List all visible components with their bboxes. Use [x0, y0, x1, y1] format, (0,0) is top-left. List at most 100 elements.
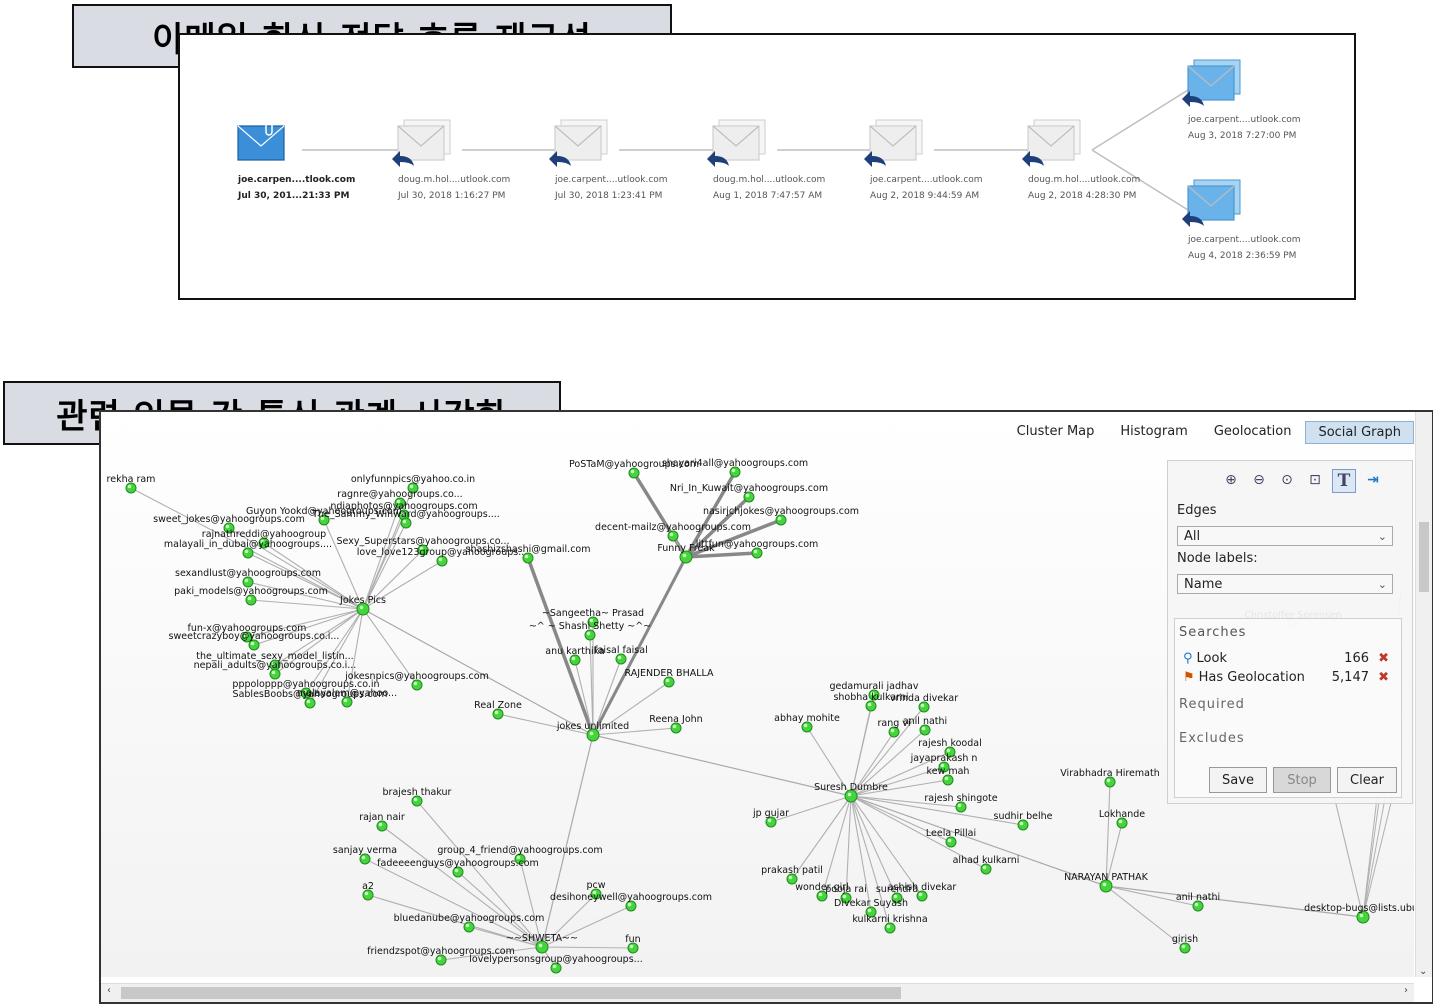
tab-geolocation[interactable]: Geolocation — [1202, 421, 1304, 444]
tab-cluster-map[interactable]: Cluster Map — [1005, 421, 1107, 444]
graph-node[interactable]: a2 — [362, 881, 374, 901]
vertical-scrollbar[interactable]: ⌄ — [1415, 412, 1432, 977]
horizontal-scroll-thumb[interactable] — [121, 987, 901, 999]
graph-node[interactable]: Lokhande — [1099, 809, 1145, 829]
text-labels-icon[interactable]: T — [1332, 469, 1356, 493]
message-date: Aug 2, 2018 9:44:59 AM — [870, 191, 980, 201]
remove-icon[interactable]: ✖ — [1378, 651, 1389, 666]
zoom-out-icon[interactable]: ⊖ — [1248, 469, 1270, 491]
scroll-down-icon[interactable]: ⌄ — [1419, 966, 1427, 977]
graph-node[interactable]: Virabhadra Hiremath — [1060, 768, 1160, 788]
node-label: pooja rai — [825, 884, 867, 895]
message-sender: joe.carpent....utlook.com — [870, 175, 983, 185]
node-label: vrinda divekar — [890, 693, 958, 704]
graph-hub-node[interactable]: desktop-bugs@lists.ubur — [1304, 903, 1414, 924]
stop-button[interactable]: Stop — [1273, 767, 1331, 793]
graph-node[interactable]: rekha ram — [107, 474, 156, 494]
node-label: lovelypersonsgroup@yahoogroups... — [469, 954, 642, 965]
search-icon: ⚲ — [1183, 651, 1193, 666]
graph-hub-node[interactable]: Jokes Pics — [339, 595, 386, 616]
tab-histogram[interactable]: Histogram — [1108, 421, 1199, 444]
graph-node[interactable]: shashizshashi@gmail.com — [466, 544, 591, 564]
node-label: prakash patil — [761, 865, 823, 876]
node-label: ~~SHWETA~~ — [506, 933, 578, 944]
message-date: Aug 4, 2018 2:36:59 PM — [1188, 251, 1297, 261]
save-button[interactable]: Save — [1209, 767, 1267, 793]
node-label: anil nathi — [903, 716, 947, 727]
graph-node[interactable]: sweetcrazyboy@yahoogroups.co.i... — [169, 631, 340, 651]
email-open-icon[interactable] — [237, 118, 285, 161]
graph-node[interactable]: shayari4all@yahoogroups.com — [662, 458, 808, 478]
graph-node[interactable]: kulkarni krishna — [852, 914, 928, 934]
graph-node[interactable]: The_Sammy_Winward@yahoogroups.... — [311, 509, 500, 529]
graph-node[interactable]: faisal faisal — [594, 645, 648, 665]
searches-label: Searches — [1179, 625, 1247, 640]
layout-icon[interactable]: ⊡ — [1304, 469, 1326, 491]
graph-node[interactable]: RAJENDER BHALLA — [624, 668, 714, 688]
search-row-geolocation[interactable]: ⚑ Has Geolocation 5,147 ✖ — [1183, 670, 1393, 685]
tab-social-graph[interactable]: Social Graph — [1305, 421, 1414, 444]
node-label: Virabhadra Hiremath — [1060, 768, 1159, 779]
scroll-left-icon[interactable]: ‹ — [107, 985, 111, 996]
chevron-down-icon: ⌄ — [1377, 530, 1387, 543]
search-count: 166 — [1344, 651, 1369, 666]
email-reply-icon[interactable] — [1022, 119, 1081, 167]
edges-select[interactable]: All ⌄ — [1177, 526, 1393, 546]
collapse-panel-icon[interactable]: ⇥ — [1362, 469, 1384, 491]
graph-node[interactable]: anil nathi — [903, 716, 947, 736]
horizontal-scrollbar[interactable]: ‹ › — [101, 983, 1414, 1002]
graph-node[interactable]: paki_models@yahoogroups.com — [174, 586, 328, 606]
email-reply-icon[interactable] — [1182, 179, 1241, 227]
graph-node[interactable]: abhay mohite — [774, 713, 840, 733]
node-label: group_4_friend@yahoogroups.com — [437, 845, 602, 856]
graph-edge — [541, 734, 594, 948]
email-reply-icon[interactable] — [707, 119, 766, 167]
thread-message-label: joe.carpent....utlook.com Aug 4, 2018 2:3… — [1188, 232, 1301, 264]
graph-node[interactable]: malayali_in_dubai@yahoogroups.... — [164, 539, 332, 559]
graph-node[interactable]: brajesh thakur — [383, 787, 452, 807]
vertical-scroll-thumb[interactable] — [1419, 522, 1429, 592]
graph-hub-node[interactable]: jokes unlimited — [556, 721, 629, 742]
graph-node[interactable]: Leela Pillai — [926, 828, 976, 848]
search-row-look[interactable]: ⚲ Look 166 ✖ — [1183, 651, 1393, 666]
graph-node[interactable]: rajan nair — [359, 812, 405, 832]
node-label: jokes unlimited — [556, 721, 629, 732]
graph-node[interactable]: anil nathi — [1176, 892, 1220, 912]
graph-node[interactable]: vrinda divekar — [890, 693, 958, 713]
message-date: Aug 2, 2018 4:28:30 PM — [1028, 191, 1137, 201]
node-label: rajesh koodal — [918, 738, 981, 749]
remove-icon[interactable]: ✖ — [1378, 670, 1389, 685]
graph-node[interactable]: Real Zone — [474, 700, 522, 720]
email-reply-icon[interactable] — [549, 119, 608, 167]
zoom-in-icon[interactable]: ⊕ — [1220, 469, 1242, 491]
graph-node[interactable]: ~^ ~ Shashi Shetty ~^~ — [529, 621, 651, 641]
node-label: gedamurali jadhav — [830, 681, 919, 692]
node-label: The_Sammy_Winward@yahoogroups.... — [311, 509, 500, 520]
graph-node[interactable]: jp gujar — [752, 808, 789, 828]
graph-hub-node[interactable]: NARAYAN PATHAK — [1064, 872, 1149, 893]
graph-node[interactable]: fun — [625, 934, 641, 954]
node-label: kew mah — [927, 766, 970, 777]
graph-node[interactable]: nepali_adults@yahoogroups.co.i... — [194, 660, 357, 680]
graph-node[interactable]: fadeeeenguys@yahoogroups.com — [377, 858, 539, 878]
email-reply-icon[interactable] — [864, 119, 923, 167]
graph-node[interactable]: sudhir belhe — [994, 811, 1053, 831]
graph-node[interactable]: sexandlust@yahoogroups.com — [175, 568, 321, 588]
graph-node[interactable]: Reena John — [649, 714, 703, 734]
graph-node[interactable]: rajesh shingote — [924, 793, 998, 813]
graph-node[interactable]: alhad kulkarni — [953, 855, 1020, 875]
graph-node[interactable]: girish — [1172, 934, 1198, 954]
node-label: kulkarni krishna — [852, 914, 927, 925]
zoom-fit-icon[interactable]: ⊙ — [1276, 469, 1298, 491]
email-reply-icon[interactable] — [1182, 59, 1241, 107]
node-label: fadeeeenguys@yahoogroups.com — [377, 858, 539, 869]
scroll-right-icon[interactable]: › — [1404, 985, 1408, 996]
graph-hub-node[interactable]: Funny Freak — [657, 543, 715, 564]
graph-node[interactable]: lovelypersonsgroup@yahoogroups... — [469, 954, 643, 974]
graph-node[interactable]: desihoneywell@yahoogroups.com — [550, 892, 712, 912]
node-labels-select[interactable]: Name ⌄ — [1177, 574, 1393, 594]
node-label: shashizshashi@gmail.com — [466, 544, 591, 555]
clear-button[interactable]: Clear — [1337, 767, 1397, 793]
graph-node[interactable]: Nri_In_Kuwait@yahoogroups.com — [670, 483, 828, 503]
email-reply-icon[interactable] — [392, 119, 451, 167]
